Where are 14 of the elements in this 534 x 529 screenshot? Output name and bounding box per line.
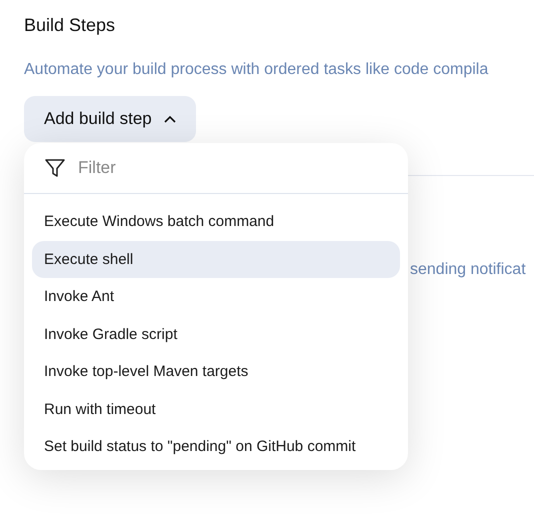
menu-item[interactable]: Set build status to "pending" on GitHub commit — [32, 428, 400, 466]
menu-item[interactable]: Execute shell — [32, 240, 400, 278]
filter-field[interactable]: Filter — [76, 157, 380, 179]
menu-item[interactable]: Invoke Gradle script — [32, 316, 400, 353]
section-title: Build Steps — [24, 15, 116, 36]
description-text: sending notificat — [410, 261, 526, 279]
menu-item[interactable]: Invoke Ant — [32, 278, 400, 316]
section-description: Automate your build process with ordered tasks like code compila — [24, 61, 490, 79]
menu-item[interactable]: Execute Windows batch command — [32, 203, 400, 240]
chevron-icon — [164, 115, 176, 123]
menu-item[interactable]: Run with timeout — [32, 390, 400, 428]
menu-item[interactable]: Invoke top-level Maven targets — [32, 353, 400, 390]
filter-icon — [44, 157, 66, 179]
add-build-step-button[interactable]: Add build step — [24, 96, 196, 142]
